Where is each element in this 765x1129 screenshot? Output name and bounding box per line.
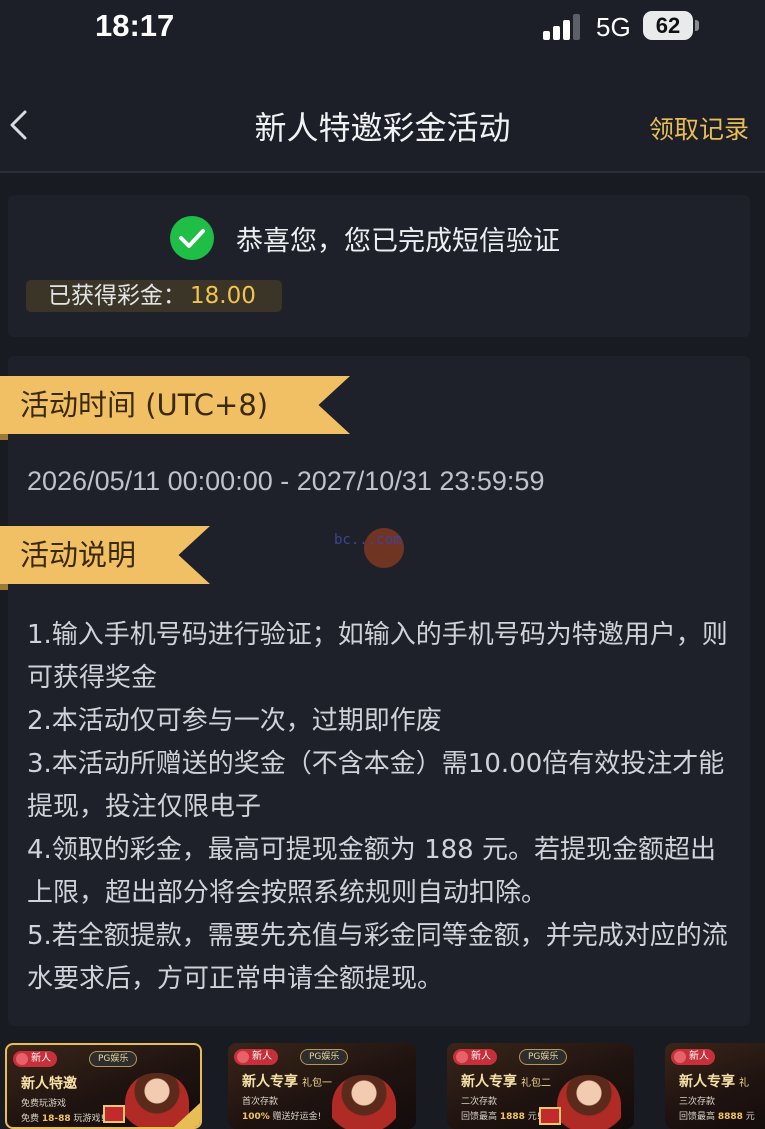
promo-title-text: 新人专享 <box>461 1074 517 1090</box>
activity-card: 活动时间 (UTC+8) 2026/05/11 00:00:00 - 2027/… <box>0 356 750 1026</box>
bonus-label: 已获得彩金： <box>48 283 186 309</box>
promo-model-image <box>125 1073 189 1127</box>
promo-card-pack-3[interactable]: 新人 新人专享礼 三次存款 回馈最高 8888 元 <box>665 1043 765 1129</box>
promo-line2-suffix: 玩游戏! <box>70 1114 105 1124</box>
rule-item: 1.输入手机号码进行验证；如输入的手机号码为特邀用户，则可获得奖金 <box>27 620 728 693</box>
promo-line2: 回馈最高 1888 元! <box>461 1109 540 1122</box>
verify-success-message: 恭喜您，您已完成短信验证 <box>236 226 560 257</box>
promo-line2-suffix: 赠送好运金! <box>269 1112 322 1122</box>
promo-title: 新人专享礼 <box>679 1071 749 1091</box>
promo-carousel[interactable]: 新人 PG娱乐 新人特邀 免费玩游戏 免费 18-88 玩游戏! 新人 PG娱乐… <box>0 1040 765 1129</box>
promo-line2: 免费 18-88 玩游戏! <box>21 1111 104 1124</box>
new-badge: 新人 <box>13 1051 57 1067</box>
new-badge: 新人 <box>234 1049 278 1065</box>
promo-title: 新人专享 礼包二 <box>461 1071 551 1091</box>
promo-line1: 三次存款 <box>679 1097 716 1107</box>
signal-icon <box>543 14 580 40</box>
promo-card-new-invite[interactable]: 新人 PG娱乐 新人特邀 免费玩游戏 免费 18-88 玩游戏! <box>5 1043 202 1129</box>
promo-title: 新人特邀 <box>21 1073 77 1093</box>
ribbon-fold <box>0 434 8 440</box>
promo-subtitle: 礼 <box>739 1078 749 1089</box>
activity-desc-heading: 活动说明 <box>0 526 210 584</box>
bonus-value: 18.00 <box>190 283 256 309</box>
promo-line2-suffix: 元 <box>742 1112 755 1122</box>
status-time: 18:17 <box>95 8 175 43</box>
promo-title-text: 新人专享 <box>242 1074 298 1090</box>
promo-line2-prefix: 回馈最高 <box>461 1112 500 1122</box>
promo-line1: 免费玩游戏 <box>21 1099 67 1109</box>
promo-line2-prefix: 回馈最高 <box>679 1112 718 1122</box>
network-label: 5G <box>596 12 631 42</box>
rule-item: 5.若全额提款，需要先充值与彩金同等金额，并完成对应的流水要求后，方可正常申请全… <box>27 921 728 994</box>
promo-model-image <box>332 1075 396 1129</box>
new-badge: 新人 <box>453 1049 497 1065</box>
rule-item: 2.本活动仅可参与一次，过期即作废 <box>27 706 442 736</box>
promo-line2: 100% 赠送好运金! <box>242 1109 321 1122</box>
rule-item: 3.本活动所赠送的奖金（不含本金）需10.00倍有效投注才能提现，投注仅限电子 <box>27 749 725 822</box>
promo-subtitle: 礼包一 <box>302 1078 332 1089</box>
gift-box-icon <box>539 1107 561 1125</box>
pg-logo: PG娱乐 <box>519 1049 568 1065</box>
rule-item: 4.领取的彩金，最高可提现金额为 188 元。若提现金额超出上限，超出部分将会按… <box>27 835 716 908</box>
new-badge: 新人 <box>671 1049 715 1065</box>
pg-logo: PG娱乐 <box>300 1049 349 1065</box>
promo-card-pack-1[interactable]: 新人 PG娱乐 新人专享 礼包一 首次存款 100% 赠送好运金! <box>228 1043 416 1129</box>
ribbon-fold <box>0 584 8 590</box>
activity-time-heading: 活动时间 (UTC+8) <box>0 376 350 434</box>
watermark: bc...com <box>334 526 454 574</box>
battery-tip <box>695 20 699 31</box>
claim-record-link[interactable]: 领取记录 <box>649 110 749 146</box>
gift-box-icon <box>103 1105 125 1123</box>
watermark-text: bc...com <box>334 532 402 548</box>
status-bar: 18:17 5G 62 <box>0 0 765 78</box>
nav-bar: 新人特邀彩金活动 领取记录 <box>0 78 765 173</box>
promo-line2-value: 1888 <box>499 1112 525 1122</box>
promo-line1: 二次存款 <box>461 1097 498 1107</box>
verification-card: 恭喜您，您已完成短信验证 已获得彩金： 18.00 <box>8 195 750 337</box>
pg-logo: PG娱乐 <box>89 1051 138 1067</box>
promo-model-image <box>557 1075 621 1129</box>
promo-line2: 回馈最高 8888 元 <box>679 1109 755 1122</box>
promo-line2-value: 100% <box>242 1112 270 1122</box>
check-circle-icon <box>170 216 214 260</box>
promo-line2-prefix: 免费 <box>21 1114 42 1124</box>
bonus-earned: 已获得彩金： 18.00 <box>26 280 282 312</box>
promo-card-pack-2[interactable]: 新人 PG娱乐 新人专享 礼包二 二次存款 回馈最高 1888 元! <box>447 1043 634 1129</box>
battery-icon: 62 <box>643 11 693 40</box>
promo-title: 新人专享 礼包一 <box>242 1071 332 1091</box>
promo-title-text: 新人专享 <box>679 1074 735 1090</box>
promo-line2-value: 8888 <box>717 1112 743 1122</box>
promo-line1: 首次存款 <box>242 1097 279 1107</box>
promo-line2-value: 18-88 <box>41 1114 71 1124</box>
promo-subtitle: 礼包二 <box>521 1078 551 1089</box>
promo-title-text: 新人特邀 <box>21 1076 77 1092</box>
activity-rules-list: 1.输入手机号码进行验证；如输入的手机号码为特邀用户，则可获得奖金 2.本活动仅… <box>27 614 739 1001</box>
activity-time-range: 2026/05/11 00:00:00 - 2027/10/31 23:59:5… <box>27 466 545 496</box>
